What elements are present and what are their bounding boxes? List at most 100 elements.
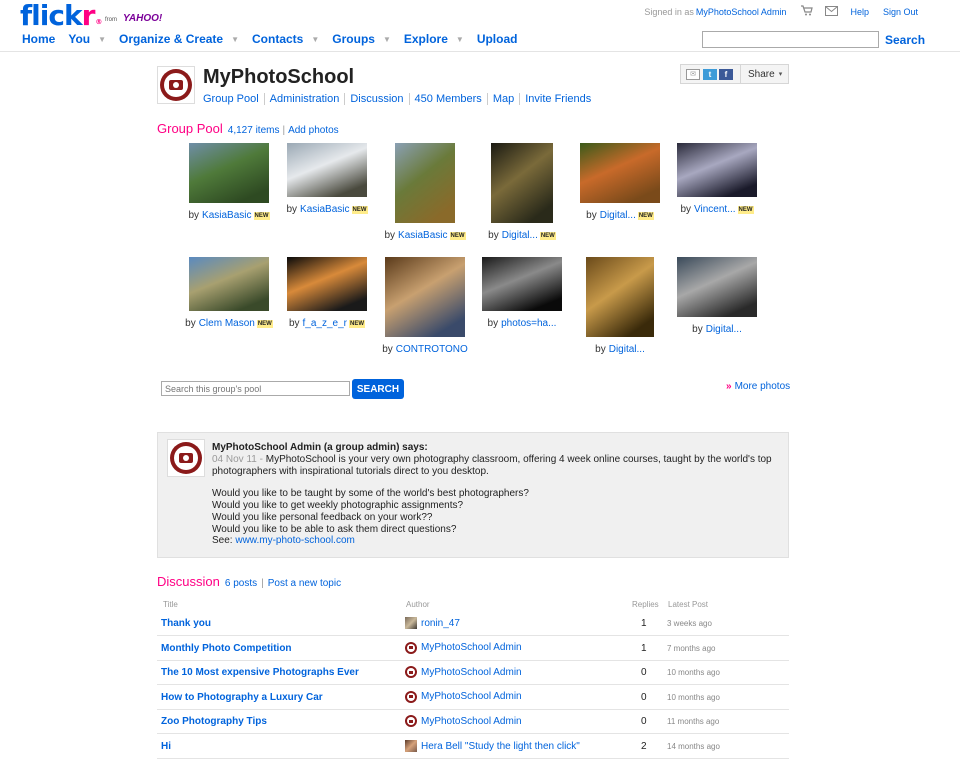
photo-author-link[interactable]: Clem Mason bbox=[199, 318, 255, 329]
group-pool-title[interactable]: Group Pool bbox=[157, 121, 223, 136]
pool-photo-thumbnail[interactable] bbox=[580, 143, 660, 203]
latest-post-time: 11 months ago bbox=[667, 717, 720, 727]
pool-photo-thumbnail[interactable] bbox=[287, 143, 367, 197]
pool-photo-thumbnail[interactable] bbox=[491, 143, 553, 223]
camera-logo-icon[interactable] bbox=[405, 715, 417, 728]
group-avatar[interactable] bbox=[157, 66, 195, 104]
admin-avatar[interactable] bbox=[167, 439, 205, 477]
chevron-down-icon[interactable]: ▾ bbox=[779, 70, 783, 78]
pool-photo-thumbnail[interactable] bbox=[677, 257, 757, 317]
group-tab-invite-friends[interactable]: Invite Friends bbox=[519, 93, 596, 105]
topic-author-link[interactable]: MyPhotoSchool Admin bbox=[421, 691, 522, 702]
topic-author-link[interactable]: MyPhotoSchool Admin bbox=[421, 642, 522, 653]
chevron-down-icon[interactable]: ▼ bbox=[383, 35, 391, 44]
photo-caption: by f_a_z_e_r NEW bbox=[278, 318, 376, 329]
group-tab-450-members[interactable]: 450 Members bbox=[408, 93, 487, 105]
share-button[interactable]: Share bbox=[748, 69, 775, 80]
twitter-icon[interactable]: t bbox=[703, 68, 717, 80]
nav-item-contacts[interactable]: Contacts ▼ bbox=[252, 32, 319, 46]
pool-photo-thumbnail[interactable] bbox=[677, 143, 757, 197]
photo-author-link[interactable]: f_a_z_e_r bbox=[303, 318, 347, 329]
pool-photo-thumbnail[interactable] bbox=[287, 257, 367, 311]
nav-item-upload[interactable]: Upload bbox=[477, 32, 518, 46]
nav-item-home[interactable]: Home bbox=[22, 32, 55, 46]
group-title: MyPhotoSchool bbox=[203, 66, 355, 88]
camera-logo-icon[interactable] bbox=[405, 641, 417, 654]
pool-item-count[interactable]: 4,127 items bbox=[228, 125, 280, 136]
more-photos-link[interactable]: » More photos bbox=[726, 381, 790, 392]
photo-author-link[interactable]: photos=ha... bbox=[501, 318, 556, 329]
photo-author-link[interactable]: Digital... bbox=[600, 210, 636, 221]
chevron-down-icon[interactable]: ▼ bbox=[98, 35, 106, 44]
photo-author-link[interactable]: KasiaBasic bbox=[202, 210, 251, 221]
topic-author-link[interactable]: ronin_47 bbox=[421, 618, 460, 629]
pool-photo-thumbnail[interactable] bbox=[586, 257, 654, 337]
camera-logo-icon bbox=[170, 442, 202, 474]
nav-item-explore[interactable]: Explore ▼ bbox=[404, 32, 464, 46]
camera-logo-icon[interactable] bbox=[405, 690, 417, 703]
pool-photo-thumbnail[interactable] bbox=[482, 257, 562, 311]
topic-author-link[interactable]: MyPhotoSchool Admin bbox=[421, 716, 522, 727]
mail-icon[interactable] bbox=[825, 5, 839, 19]
topic-title-link[interactable]: How to Photography a Luxury Car bbox=[161, 692, 323, 703]
pool-search-button[interactable]: SEARCH bbox=[352, 379, 404, 399]
pool-photo-item: by CONTROTONO bbox=[376, 257, 474, 355]
school-website-link[interactable]: www.my-photo-school.com bbox=[235, 535, 354, 546]
cart-icon[interactable] bbox=[800, 5, 814, 19]
photo-author-link[interactable]: Digital... bbox=[502, 230, 538, 241]
discussion-row: Zoo Photography Tips MyPhotoSchool Admin 0… bbox=[157, 710, 789, 735]
topic-title-link[interactable]: The 10 Most expensive Photographs Ever bbox=[161, 667, 359, 678]
topic-title-link[interactable]: Thank you bbox=[161, 618, 211, 629]
chevron-down-icon[interactable]: ▼ bbox=[231, 35, 239, 44]
author-avatar[interactable] bbox=[405, 740, 417, 752]
pool-photo-thumbnail[interactable] bbox=[189, 143, 269, 203]
topic-author-link[interactable]: Hera Bell "Study the light then click" bbox=[421, 741, 580, 752]
discussion-post-count[interactable]: 6 posts bbox=[225, 578, 257, 589]
nav-item-groups[interactable]: Groups ▼ bbox=[332, 32, 391, 46]
flickr-logo[interactable]: flickr® from YAHOO! bbox=[20, 0, 162, 32]
new-topic-link[interactable]: Post a new topic bbox=[268, 578, 341, 589]
group-tab-administration[interactable]: Administration bbox=[263, 93, 345, 105]
group-tab-group-pool[interactable]: Group Pool bbox=[203, 93, 264, 105]
topic-title-link[interactable]: Zoo Photography Tips bbox=[161, 716, 267, 727]
chevron-down-icon[interactable]: ▼ bbox=[456, 35, 464, 44]
help-link[interactable]: Help bbox=[850, 7, 869, 17]
site-search-input[interactable] bbox=[702, 31, 879, 48]
group-tab-discussion[interactable]: Discussion bbox=[344, 93, 408, 105]
topic-title-link[interactable]: Hi bbox=[161, 741, 171, 752]
pool-photo-item: by KasiaBasic NEW bbox=[180, 143, 278, 221]
topic-author-link[interactable]: MyPhotoSchool Admin bbox=[421, 667, 522, 678]
photo-author-link[interactable]: KasiaBasic bbox=[398, 230, 447, 241]
pool-photo-item: by Digital... NEW bbox=[571, 143, 669, 221]
nav-item-organize-create[interactable]: Organize & Create ▼ bbox=[119, 32, 239, 46]
pool-photo-item: by KasiaBasic NEW bbox=[278, 143, 376, 215]
nav-item-you[interactable]: You ▼ bbox=[68, 32, 106, 46]
by-label: by bbox=[586, 210, 597, 221]
group-tab-map[interactable]: Map bbox=[486, 93, 519, 105]
sign-out-link[interactable]: Sign Out bbox=[883, 7, 918, 17]
site-header: flickr® from YAHOO! Signed in as MyPhoto… bbox=[0, 0, 960, 52]
email-share-icon[interactable]: ✉ bbox=[686, 68, 700, 80]
facebook-icon[interactable]: f bbox=[719, 68, 733, 80]
chevron-down-icon[interactable]: ▼ bbox=[311, 35, 319, 44]
pool-photo-thumbnail[interactable] bbox=[395, 143, 455, 223]
topic-title-link[interactable]: Monthly Photo Competition bbox=[161, 643, 292, 654]
photo-author-link[interactable]: Vincent... bbox=[694, 204, 736, 215]
photo-author-link[interactable]: KasiaBasic bbox=[300, 204, 349, 215]
username-link[interactable]: MyPhotoSchool Admin bbox=[696, 7, 787, 17]
pool-photo-thumbnail[interactable] bbox=[385, 257, 465, 337]
site-search-button[interactable]: Search bbox=[885, 33, 925, 47]
discussion-title[interactable]: Discussion bbox=[157, 574, 220, 589]
pool-photo-thumbnail[interactable] bbox=[189, 257, 269, 311]
photo-author-link[interactable]: Digital... bbox=[609, 344, 645, 355]
new-badge: NEW bbox=[737, 205, 754, 214]
photo-author-link[interactable]: Digital... bbox=[706, 324, 742, 335]
camera-logo-icon[interactable] bbox=[405, 666, 417, 679]
logo-text-r: r bbox=[81, 0, 96, 32]
topic-author: Hera Bell "Study the light then click" bbox=[405, 740, 580, 752]
pool-search-input[interactable] bbox=[161, 381, 350, 396]
photo-author-link[interactable]: CONTROTONO bbox=[396, 344, 468, 355]
add-photos-link[interactable]: Add photos bbox=[288, 125, 339, 136]
reply-count: 0 bbox=[641, 716, 647, 728]
author-avatar[interactable] bbox=[405, 617, 417, 629]
